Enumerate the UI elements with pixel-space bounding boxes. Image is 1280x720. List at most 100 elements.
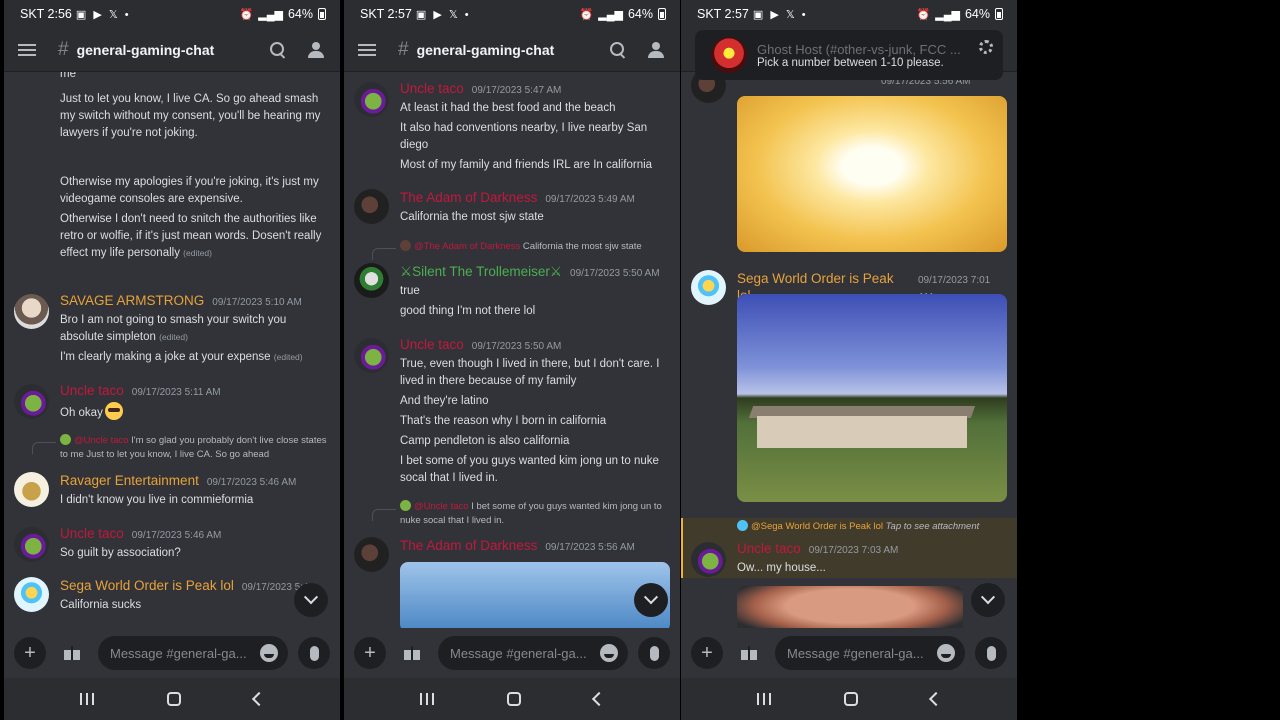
reply-text: California the most sjw state xyxy=(522,241,642,252)
members-icon[interactable] xyxy=(648,41,666,58)
channel-hash-icon: # xyxy=(58,38,69,60)
jump-to-bottom-button[interactable] xyxy=(971,583,1005,617)
image-attachment[interactable] xyxy=(737,586,963,628)
message[interactable]: Uncle taco 09/17/2023 5:11 AM Oh okay xyxy=(4,382,340,425)
message-continued[interactable]: me Just to let you know, I live CA. So g… xyxy=(4,72,340,265)
jump-to-bottom-button[interactable] xyxy=(634,583,668,617)
author-name[interactable]: Uncle taco xyxy=(400,336,464,353)
message-text: Oh okay xyxy=(60,402,330,422)
avatar[interactable] xyxy=(354,263,389,298)
message[interactable]: Uncle taco 09/17/2023 5:46 AM So guilt by… xyxy=(4,525,340,565)
avatar[interactable] xyxy=(14,384,49,419)
reply-text: Tap to see attachment xyxy=(885,521,980,532)
avatar[interactable] xyxy=(14,577,49,612)
author-name[interactable]: Uncle taco xyxy=(400,80,464,97)
message-list[interactable]: Uncle taco 09/17/2023 5:47 AM At least it… xyxy=(344,72,680,628)
reply-preview[interactable]: @The Adam of Darkness California the mos… xyxy=(400,240,670,254)
avatar[interactable] xyxy=(354,82,389,117)
voice-message-button[interactable] xyxy=(298,637,330,669)
author-name[interactable]: Uncle taco xyxy=(737,540,801,557)
message-list[interactable]: 09/17/2023 5:56 AM Sega World Order is P… xyxy=(681,72,1017,628)
gift-button[interactable] xyxy=(56,637,88,669)
avatar[interactable] xyxy=(691,270,726,305)
channel-hash-icon: # xyxy=(398,38,409,60)
home-icon[interactable] xyxy=(506,692,521,706)
message-text: I'm clearly making a joke at your expens… xyxy=(60,351,303,363)
voice-message-button[interactable] xyxy=(638,637,670,669)
message-input[interactable]: Message #general-ga... xyxy=(438,636,628,670)
message[interactable]: The Adam of Darkness 09/17/2023 5:49 AM C… xyxy=(344,189,680,229)
message[interactable]: Uncle taco 09/17/2023 5:47 AM At least it… xyxy=(344,80,680,177)
gift-button[interactable] xyxy=(396,637,428,669)
message[interactable]: Ravager Entertainment 09/17/2023 5:46 AM … xyxy=(4,472,340,512)
author-name[interactable]: Sega World Order is Peak lol xyxy=(60,577,234,594)
home-icon[interactable] xyxy=(843,692,858,706)
timestamp: 09/17/2023 7:03 AM xyxy=(808,545,899,556)
reply-preview[interactable]: @Uncle taco I'm so glad you probably don… xyxy=(60,434,330,462)
reply-author: @Uncle taco xyxy=(414,501,469,512)
menu-icon[interactable] xyxy=(18,43,36,56)
recent-apps-icon[interactable] xyxy=(420,693,435,705)
reply-preview[interactable]: @Sega World Order is Peak lol Tap to see… xyxy=(737,520,1007,534)
status-time: SKT 2:57 xyxy=(697,7,749,21)
timestamp: 09/17/2023 5:50 AM xyxy=(471,341,562,352)
image-attachment[interactable] xyxy=(737,294,1007,502)
avatar[interactable] xyxy=(354,338,389,373)
message[interactable]: ⚔Silent The Trollemeiser⚔ 09/17/2023 5:50… xyxy=(344,263,680,323)
avatar[interactable] xyxy=(14,294,49,329)
members-icon[interactable] xyxy=(308,41,326,58)
message[interactable]: Uncle taco 09/17/2023 5:50 AM True, even … xyxy=(344,336,680,490)
back-icon[interactable] xyxy=(928,691,943,707)
gear-icon[interactable] xyxy=(979,40,993,54)
message[interactable]: The Adam of Darkness 09/17/2023 5:56 AM xyxy=(344,537,680,572)
back-icon[interactable] xyxy=(251,691,266,707)
jump-to-bottom-button[interactable] xyxy=(294,583,328,617)
author-name[interactable]: Uncle taco xyxy=(60,525,124,542)
message-text: So guilt by association? xyxy=(60,547,181,559)
search-icon[interactable] xyxy=(270,41,286,58)
add-attachment-button[interactable]: + xyxy=(14,637,46,669)
author-name[interactable]: The Adam of Darkness xyxy=(400,537,537,554)
add-attachment-button[interactable]: + xyxy=(354,637,386,669)
message[interactable]: SAVAGE ARMSTRONG 09/17/2023 5:10 AM Bro I… xyxy=(4,292,340,369)
avatar[interactable] xyxy=(691,542,726,577)
message-text: I bet some of you guys wanted kim jong u… xyxy=(400,455,659,484)
message-composer: + Message #general-ga... xyxy=(344,628,680,678)
menu-icon[interactable] xyxy=(358,43,376,56)
avatar[interactable] xyxy=(354,189,389,224)
author-name[interactable]: Ravager Entertainment xyxy=(60,472,199,489)
battery-level: 64% xyxy=(627,7,653,21)
message[interactable]: Uncle taco 09/17/2023 7:03 AM Ow... my ho… xyxy=(681,540,1017,580)
author-name[interactable]: SAVAGE ARMSTRONG xyxy=(60,292,204,309)
status-bar: SKT 2:57 ▣ ▶ 𝕏 • ⏰ ▂▄▆ 64% xyxy=(681,0,1017,28)
add-attachment-button[interactable]: + xyxy=(691,637,723,669)
message-input[interactable]: Message #general-ga... xyxy=(775,636,965,670)
message-input[interactable]: Message #general-ga... xyxy=(98,636,288,670)
message[interactable]: Sega World Order is Peak lol 09/17/2023 5… xyxy=(4,577,340,617)
voice-message-button[interactable] xyxy=(975,637,1007,669)
author-name[interactable]: ⚔Silent The Trollemeiser⚔ xyxy=(400,263,562,280)
back-icon[interactable] xyxy=(591,691,606,707)
image-attachment[interactable] xyxy=(400,562,670,628)
gift-button[interactable] xyxy=(733,637,765,669)
notification-icons: ▣ ▶ 𝕏 • xyxy=(415,8,471,21)
author-name[interactable]: Uncle taco xyxy=(60,382,124,399)
home-icon[interactable] xyxy=(166,692,181,706)
image-attachment[interactable] xyxy=(737,96,1007,252)
recent-apps-icon[interactable] xyxy=(757,693,772,705)
channel-title[interactable]: general-gaming-chat xyxy=(417,42,555,58)
recent-apps-icon[interactable] xyxy=(80,693,95,705)
message-text: Just to let you know, I live CA. So go a… xyxy=(60,93,321,139)
author-name[interactable]: The Adam of Darkness xyxy=(400,189,537,206)
emoji-picker-icon[interactable] xyxy=(260,644,278,662)
search-icon[interactable] xyxy=(610,41,626,58)
message-list[interactable]: me Just to let you know, I live CA. So g… xyxy=(4,72,340,628)
avatar[interactable] xyxy=(14,527,49,562)
reply-preview[interactable]: @Uncle taco I bet some of you guys wante… xyxy=(400,500,670,528)
channel-title[interactable]: general-gaming-chat xyxy=(77,42,215,58)
emoji-picker-icon[interactable] xyxy=(937,644,955,662)
emoji-picker-icon[interactable] xyxy=(600,644,618,662)
avatar[interactable] xyxy=(14,472,49,507)
notification-toast[interactable]: Ghost Host (#other-vs-junk, FCC ... Pick… xyxy=(695,30,1003,80)
avatar[interactable] xyxy=(354,537,389,572)
